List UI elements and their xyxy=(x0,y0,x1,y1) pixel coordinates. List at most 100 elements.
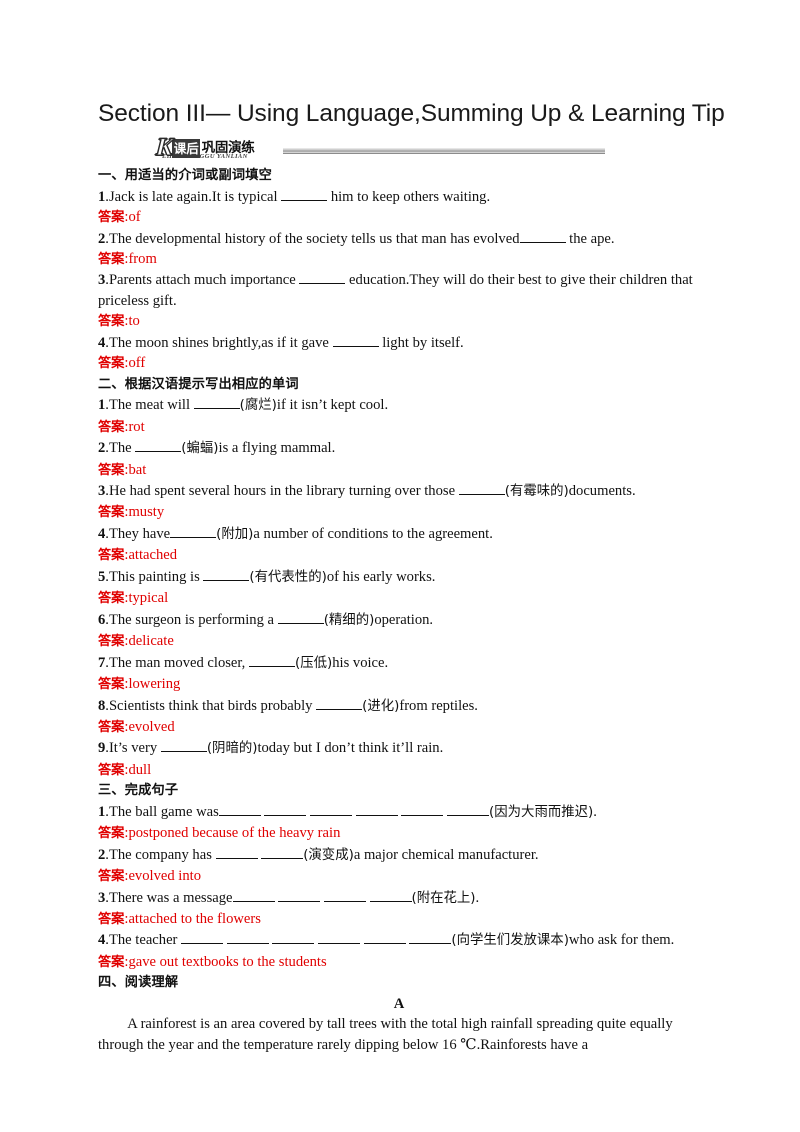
answer-blank[interactable] xyxy=(332,334,379,347)
answer-line: 答案:off xyxy=(98,353,700,374)
answer-blank[interactable] xyxy=(181,932,224,945)
answer-blank[interactable] xyxy=(519,230,566,243)
answer-label: 答案 xyxy=(98,912,125,928)
answer-blank[interactable] xyxy=(203,568,250,581)
answer-blank[interactable] xyxy=(310,803,353,816)
answer-blank[interactable] xyxy=(135,439,182,453)
question-text: who ask for them. xyxy=(568,932,675,949)
answer-value: off xyxy=(128,355,146,372)
answer-value: delicate xyxy=(128,633,174,650)
chinese-hint: (有代表性的) xyxy=(249,569,327,585)
answer-value: attached to the flowers xyxy=(128,911,261,928)
answer-blank[interactable] xyxy=(369,889,412,902)
question-text: .The surgeon is performing a xyxy=(105,611,278,628)
question-item: 4.The moon shines brightly,as if it gave… xyxy=(98,333,700,353)
question-text: a number of conditions to the agreement. xyxy=(253,525,493,542)
question-text: . xyxy=(475,889,480,906)
answer-label: 答案 xyxy=(98,677,125,693)
question-text: .Jack is late again.It is typical xyxy=(105,188,282,205)
answer-blank[interactable] xyxy=(281,188,328,201)
answer-blank[interactable] xyxy=(363,932,406,945)
answer-label: 答案 xyxy=(98,634,125,650)
question-text: .They have xyxy=(105,525,171,542)
answer-label: 答案 xyxy=(98,419,125,435)
answer-blank[interactable] xyxy=(278,889,321,902)
answer-blank[interactable] xyxy=(401,803,444,816)
question-item: 3.He had spent several hours in the libr… xyxy=(98,481,700,502)
question-text: his voice. xyxy=(332,654,389,671)
answer-value: rot xyxy=(128,418,145,435)
logo-divider-rule xyxy=(283,148,605,155)
answer-blank[interactable] xyxy=(226,932,269,945)
answer-blank[interactable] xyxy=(355,803,398,816)
answer-label: 答案 xyxy=(98,869,125,885)
question-item: 2.The (蝙蝠)is a flying mammal. xyxy=(98,438,700,459)
question-text: of his early works. xyxy=(326,568,436,585)
question-text: .It’s very xyxy=(105,740,161,757)
section-heading: 二、根据汉语提示写出相应的单词 xyxy=(98,376,299,392)
answer-blank[interactable] xyxy=(272,932,315,945)
answer-blank[interactable] xyxy=(193,396,240,410)
question-item: 1.The meat will (腐烂)if it isn’t kept coo… xyxy=(98,395,700,416)
chinese-hint: (因为大雨而推迟) xyxy=(489,804,594,820)
answer-blank[interactable] xyxy=(170,525,217,538)
answer-blank[interactable] xyxy=(409,932,452,945)
reading-passage-text: A rainforest is an area covered by tall … xyxy=(98,1016,673,1053)
question-item: 3.There was a message (附在花上). xyxy=(98,888,700,909)
answer-blank[interactable] xyxy=(323,889,366,902)
answer-label: 答案 xyxy=(98,314,125,330)
question-item: 1.Jack is late again.It is typical him t… xyxy=(98,187,700,207)
answer-value: to xyxy=(128,313,140,330)
question-text: documents. xyxy=(568,482,636,499)
logo-k-letter: K xyxy=(155,133,175,161)
answer-line: 答案:postponed because of the heavy rain xyxy=(98,823,700,844)
answer-value: bat xyxy=(128,461,147,478)
question-text: .The teacher xyxy=(105,932,182,949)
question-text: a major chemical manufacturer. xyxy=(353,846,539,863)
answer-line: 答案:attached xyxy=(98,545,700,566)
answer-blank[interactable] xyxy=(160,739,207,753)
question-item: 1.The ball game was (因为大雨而推迟). xyxy=(98,802,700,823)
question-text: .The meat will xyxy=(105,397,194,414)
reading-block: A A rainforest is an area covered by tal… xyxy=(98,994,700,1056)
section-heading: 四、阅读理解 xyxy=(98,975,179,991)
answer-value: of xyxy=(128,209,141,226)
question-text: .The developmental history of the societ… xyxy=(105,230,520,247)
answer-blank[interactable] xyxy=(232,889,275,902)
answer-blank[interactable] xyxy=(447,803,490,816)
answer-blank[interactable] xyxy=(458,482,505,495)
exercise-logo-band: K 课后 巩固演练 EHOU GONGGU YANLIAN xyxy=(98,133,700,164)
answer-label: 答案 xyxy=(98,954,125,970)
question-text: .Scientists think that birds probably xyxy=(105,697,317,714)
answer-line: 答案:evolved into xyxy=(98,866,700,887)
answer-value: lowering xyxy=(128,676,181,693)
question-text: .The moon shines brightly,as if it gave xyxy=(105,334,333,351)
question-text: .The xyxy=(105,440,136,457)
answer-blank[interactable] xyxy=(215,846,258,859)
chinese-hint: (进化) xyxy=(362,698,400,714)
answer-line: 答案:of xyxy=(98,207,700,228)
answer-blank[interactable] xyxy=(318,932,361,945)
question-text: .Parents attach much importance xyxy=(105,272,300,289)
answer-blank[interactable] xyxy=(299,271,346,285)
answer-value: evolved into xyxy=(128,868,201,885)
question-text: today but I don’t think it’ll rain. xyxy=(257,740,444,757)
answer-blank[interactable] xyxy=(277,611,324,624)
answer-blank[interactable] xyxy=(264,803,307,816)
chinese-hint: (蝙蝠) xyxy=(181,441,219,457)
question-item: 2.The developmental history of the socie… xyxy=(98,229,700,249)
answer-line: 答案:typical xyxy=(98,588,700,609)
question-text: if it isn’t kept cool. xyxy=(276,397,389,414)
chinese-hint: (阴暗的) xyxy=(206,741,258,757)
section-heading: 三、完成句子 xyxy=(98,783,179,799)
answer-blank[interactable] xyxy=(218,803,261,816)
question-item: 2.The company has (演变成)a major chemical … xyxy=(98,845,700,866)
answer-blank[interactable] xyxy=(261,846,304,859)
answer-label: 答案 xyxy=(98,462,125,478)
question-text: .The company has xyxy=(105,846,216,863)
question-item: 7.The man moved closer, (压低)his voice. xyxy=(98,653,700,674)
answer-label: 答案 xyxy=(98,591,125,607)
answer-label: 答案 xyxy=(98,505,125,521)
answer-blank[interactable] xyxy=(248,654,295,667)
answer-blank[interactable] xyxy=(316,697,363,710)
